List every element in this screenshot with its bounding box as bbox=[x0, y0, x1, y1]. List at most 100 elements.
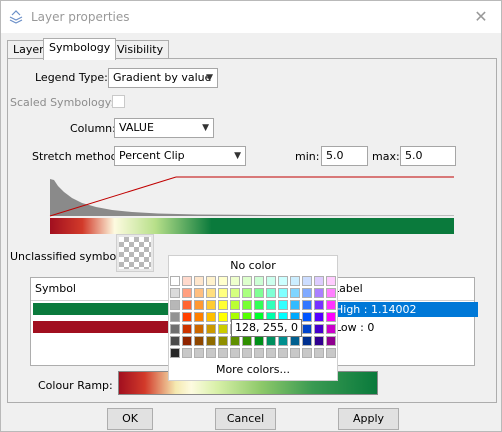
tab-symbology[interactable]: Symbology bbox=[43, 38, 117, 60]
color-swatch[interactable] bbox=[230, 336, 240, 346]
color-swatch[interactable] bbox=[242, 336, 252, 346]
symbol-swatch-low[interactable] bbox=[33, 321, 171, 333]
color-swatch[interactable] bbox=[302, 312, 312, 322]
color-swatch[interactable] bbox=[302, 348, 312, 358]
close-icon[interactable]: ✕ bbox=[471, 7, 491, 26]
legend-type-select[interactable]: Gradient by value ▼ bbox=[108, 68, 218, 88]
color-swatch[interactable] bbox=[278, 276, 288, 286]
color-swatch[interactable] bbox=[182, 348, 192, 358]
tab-visibility[interactable]: Visibility bbox=[111, 40, 170, 59]
color-swatch[interactable] bbox=[218, 324, 228, 334]
color-swatch[interactable] bbox=[278, 348, 288, 358]
more-colors-option[interactable]: More colors... bbox=[169, 363, 337, 376]
color-swatch[interactable] bbox=[254, 276, 264, 286]
color-swatch[interactable] bbox=[254, 336, 264, 346]
color-swatch[interactable] bbox=[314, 312, 324, 322]
color-swatch[interactable] bbox=[242, 348, 252, 358]
color-swatch[interactable] bbox=[206, 300, 216, 310]
color-swatch[interactable] bbox=[266, 288, 276, 298]
color-swatch[interactable] bbox=[266, 300, 276, 310]
color-swatch[interactable] bbox=[170, 276, 180, 286]
color-swatch[interactable] bbox=[182, 324, 192, 334]
color-swatch[interactable] bbox=[326, 324, 336, 334]
color-swatch[interactable] bbox=[326, 336, 336, 346]
color-swatch[interactable] bbox=[314, 348, 324, 358]
stretch-method-select[interactable]: Percent Clip ▼ bbox=[114, 146, 246, 166]
color-swatch[interactable] bbox=[206, 324, 216, 334]
color-swatch[interactable] bbox=[230, 348, 240, 358]
color-swatch[interactable] bbox=[194, 324, 204, 334]
color-swatch[interactable] bbox=[266, 348, 276, 358]
color-swatch[interactable] bbox=[266, 276, 276, 286]
color-swatch[interactable] bbox=[230, 300, 240, 310]
color-swatch[interactable] bbox=[278, 288, 288, 298]
cancel-button[interactable]: Cancel bbox=[215, 408, 276, 430]
color-swatch[interactable] bbox=[194, 348, 204, 358]
color-swatch[interactable] bbox=[302, 276, 312, 286]
color-swatch[interactable] bbox=[194, 312, 204, 322]
color-swatch[interactable] bbox=[230, 276, 240, 286]
color-swatch[interactable] bbox=[218, 312, 228, 322]
symbol-swatch-high[interactable] bbox=[33, 303, 171, 315]
color-swatch[interactable] bbox=[194, 300, 204, 310]
apply-button[interactable]: Apply bbox=[338, 408, 399, 430]
color-swatch[interactable] bbox=[290, 336, 300, 346]
min-input[interactable]: 5.0 bbox=[321, 146, 368, 166]
scaled-symbology-checkbox[interactable] bbox=[112, 95, 125, 108]
color-swatch[interactable] bbox=[194, 276, 204, 286]
color-swatch[interactable] bbox=[278, 300, 288, 310]
ok-button[interactable]: OK bbox=[107, 408, 153, 430]
color-swatch[interactable] bbox=[206, 288, 216, 298]
color-swatch[interactable] bbox=[278, 336, 288, 346]
color-swatch[interactable] bbox=[290, 276, 300, 286]
color-swatch[interactable] bbox=[206, 276, 216, 286]
color-swatch[interactable] bbox=[206, 336, 216, 346]
color-swatch[interactable] bbox=[182, 288, 192, 298]
color-swatch[interactable] bbox=[326, 288, 336, 298]
color-swatch[interactable] bbox=[254, 300, 264, 310]
color-swatch[interactable] bbox=[182, 312, 192, 322]
color-swatch[interactable] bbox=[218, 288, 228, 298]
color-swatch[interactable] bbox=[290, 300, 300, 310]
color-swatch[interactable] bbox=[230, 288, 240, 298]
color-swatch[interactable] bbox=[182, 336, 192, 346]
color-swatch[interactable] bbox=[170, 300, 180, 310]
color-swatch[interactable] bbox=[302, 300, 312, 310]
color-swatch[interactable] bbox=[170, 324, 180, 334]
color-swatch[interactable] bbox=[218, 276, 228, 286]
color-swatch[interactable] bbox=[302, 288, 312, 298]
color-swatch[interactable] bbox=[254, 288, 264, 298]
color-swatch[interactable] bbox=[254, 348, 264, 358]
color-swatch[interactable] bbox=[314, 324, 324, 334]
color-swatch[interactable] bbox=[182, 276, 192, 286]
color-swatch[interactable] bbox=[266, 336, 276, 346]
color-swatch[interactable] bbox=[242, 300, 252, 310]
color-swatch[interactable] bbox=[314, 276, 324, 286]
unclassified-symbol-swatch[interactable] bbox=[116, 234, 154, 272]
color-swatch[interactable] bbox=[194, 288, 204, 298]
color-swatch[interactable] bbox=[326, 348, 336, 358]
color-swatch[interactable] bbox=[218, 300, 228, 310]
column-select[interactable]: VALUE ▼ bbox=[114, 118, 214, 138]
color-swatch[interactable] bbox=[290, 288, 300, 298]
max-input[interactable]: 5.0 bbox=[400, 146, 456, 166]
row-label-high[interactable]: High : 1.14002 bbox=[331, 302, 478, 317]
color-swatch[interactable] bbox=[182, 300, 192, 310]
color-swatch[interactable] bbox=[170, 348, 180, 358]
color-swatch[interactable] bbox=[314, 336, 324, 346]
color-swatch[interactable] bbox=[326, 276, 336, 286]
color-swatch[interactable] bbox=[218, 336, 228, 346]
color-swatch[interactable] bbox=[314, 300, 324, 310]
color-swatch[interactable] bbox=[218, 348, 228, 358]
color-swatch[interactable] bbox=[194, 336, 204, 346]
color-swatch[interactable] bbox=[242, 276, 252, 286]
color-swatch[interactable] bbox=[242, 288, 252, 298]
color-swatch[interactable] bbox=[326, 312, 336, 322]
color-swatch[interactable] bbox=[170, 288, 180, 298]
color-swatch[interactable] bbox=[206, 312, 216, 322]
no-color-option[interactable]: No color bbox=[169, 259, 337, 272]
color-swatch[interactable] bbox=[326, 300, 336, 310]
color-swatch[interactable] bbox=[302, 324, 312, 334]
color-swatch[interactable] bbox=[170, 312, 180, 322]
color-swatch[interactable] bbox=[290, 348, 300, 358]
